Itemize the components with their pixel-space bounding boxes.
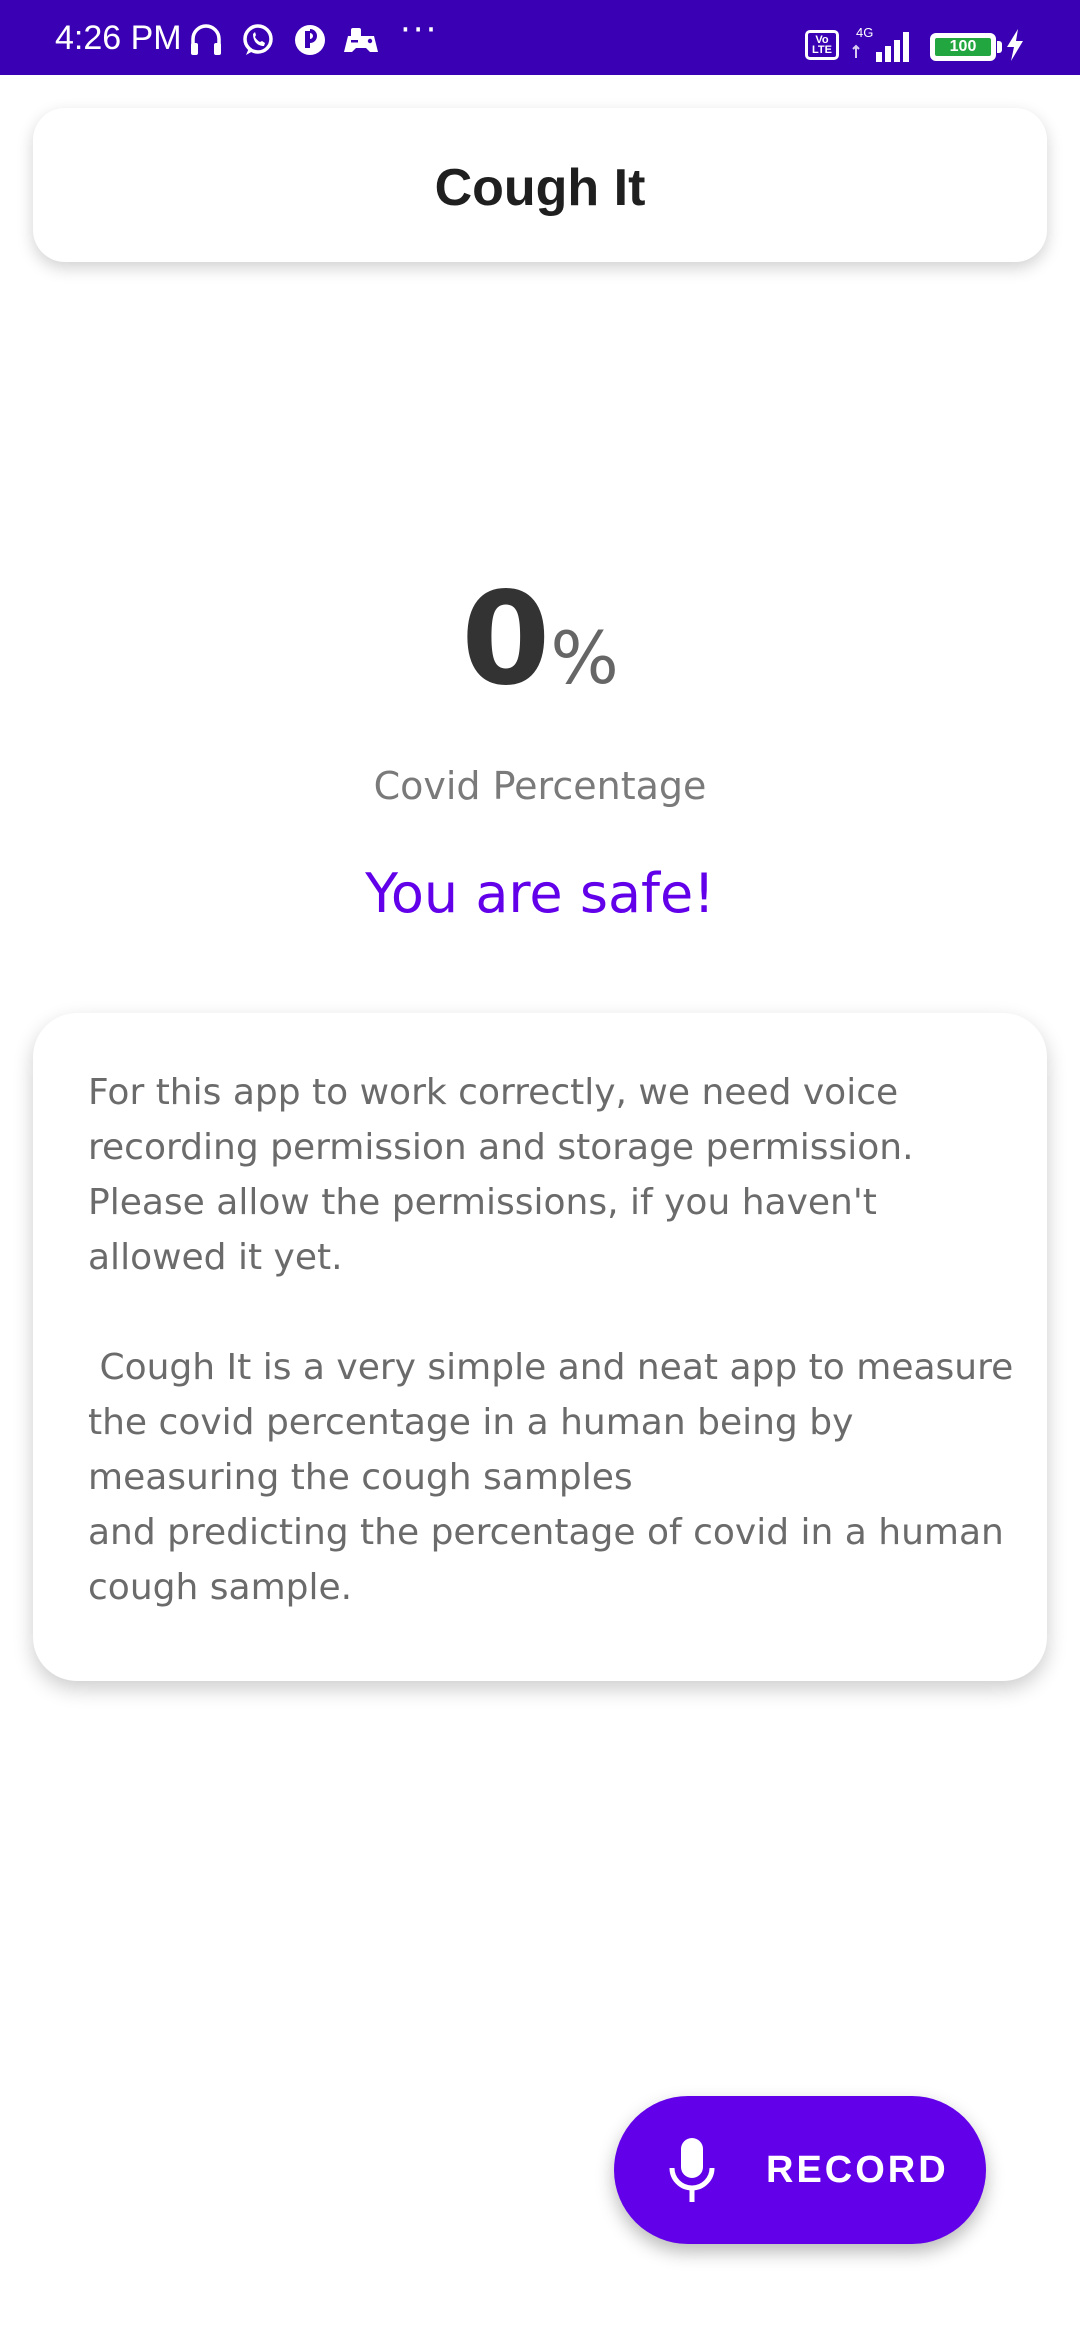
- info-card: For this app to work correctly, we need …: [33, 1013, 1047, 1681]
- microphone-icon: [664, 2136, 720, 2206]
- charging-icon: [1004, 28, 1026, 62]
- result-status-text: You are safe!: [365, 862, 715, 925]
- whatsapp-icon: [240, 22, 276, 56]
- status-time: 4:26 PM: [55, 19, 182, 57]
- game-controller-icon: [342, 22, 380, 56]
- record-button-label: RECORD: [766, 2149, 949, 2191]
- signal-icon: [852, 24, 916, 62]
- header-card: Cough It: [33, 108, 1047, 262]
- covid-percentage-display: 0%: [0, 570, 1080, 728]
- volte-badge: Vo LTE: [805, 30, 839, 60]
- record-button[interactable]: RECORD: [614, 2096, 986, 2244]
- app-title: Cough It: [434, 159, 646, 217]
- battery-tip: [997, 41, 1002, 53]
- battery-level: 100: [935, 38, 991, 56]
- app-notification-icon: [292, 22, 328, 56]
- headphones-icon: [188, 22, 224, 56]
- percent-sign: %: [550, 616, 619, 700]
- more-notifications-icon: ···: [400, 10, 439, 50]
- status-bar: 4:26 PM ··· Vo LTE 4G 100: [0, 0, 1080, 75]
- covid-percentage-label: Covid Percentage: [373, 764, 707, 808]
- battery-icon: 100: [930, 33, 996, 61]
- info-text: For this app to work correctly, we need …: [88, 1072, 1014, 1608]
- percentage-value: 0: [461, 565, 551, 714]
